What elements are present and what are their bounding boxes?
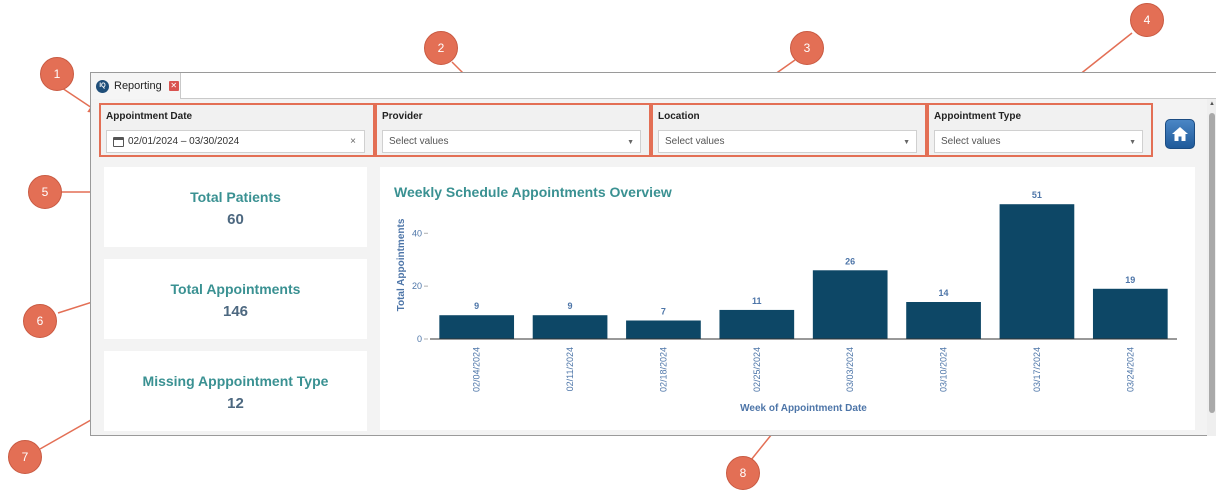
chevron-down-icon: ▼: [903, 139, 910, 146]
kpi-value: 12: [227, 395, 244, 412]
bar-chart: Weekly Schedule Appointments Overview 0 20…: [394, 184, 1177, 414]
home-icon: [1172, 127, 1188, 141]
kpi-total-patients: Total Patients 60: [104, 167, 367, 247]
bar-data-label: 14: [939, 288, 949, 298]
x-tick-label: 02/18/2024: [658, 347, 668, 392]
provider-select[interactable]: Select values ▼: [382, 130, 641, 153]
kpi-missing-appointment-type: Missing Apppointment Type 12: [104, 351, 367, 431]
location-select[interactable]: Select values ▼: [658, 130, 917, 153]
callout-5: 5: [28, 175, 62, 209]
home-button[interactable]: [1165, 119, 1195, 149]
filter-location: Location Select values ▼: [651, 103, 927, 157]
tab-label: Reporting: [114, 80, 162, 92]
bar-data-label: 7: [661, 307, 666, 317]
x-tick-label: 02/25/2024: [752, 347, 762, 392]
clear-icon[interactable]: ×: [350, 136, 356, 147]
x-tick-label: 03/17/2024: [1032, 347, 1042, 392]
y-axis-label: Total Appointments: [396, 218, 407, 311]
filter-label: Location: [658, 111, 700, 122]
appointment-type-select[interactable]: Select values ▼: [934, 130, 1143, 153]
app-logo-icon: IQ: [96, 79, 109, 93]
kpi-title: Missing Apppointment Type: [142, 373, 329, 389]
select-placeholder: Select values: [665, 136, 725, 147]
callout-6: 6: [23, 304, 57, 338]
y-tick-label: 0: [417, 334, 422, 344]
bar: [719, 309, 795, 339]
bar: [999, 204, 1075, 339]
y-tick-label: 20: [412, 281, 422, 291]
filter-label: Provider: [382, 111, 423, 122]
select-placeholder: Select values: [941, 136, 1001, 147]
bar: [532, 315, 608, 339]
bar: [812, 270, 888, 339]
callout-4: 4: [1130, 3, 1164, 37]
x-tick-label: 03/10/2024: [939, 347, 949, 392]
bar: [1092, 288, 1168, 339]
bar-data-label: 11: [752, 296, 762, 306]
bar-data-label: 19: [1125, 275, 1135, 285]
date-range-value: 02/01/2024 – 03/30/2024: [128, 136, 240, 147]
filter-label: Appointment Type: [934, 111, 1022, 122]
vertical-scrollbar[interactable]: ▲: [1207, 99, 1216, 436]
weekly-appointments-chart-panel: Weekly Schedule Appointments Overview 0 20…: [380, 167, 1195, 430]
filter-label: Appointment Date: [106, 111, 193, 122]
bar-data-label: 26: [845, 256, 855, 266]
calendar-icon: [113, 136, 124, 147]
kpi-title: Total Patients: [190, 189, 281, 205]
scrollbar-thumb[interactable]: [1209, 113, 1215, 413]
callout-1: 1: [40, 57, 74, 91]
chevron-down-icon: ▼: [627, 139, 634, 146]
close-icon[interactable]: ✕: [168, 81, 179, 91]
callout-7: 7: [8, 440, 42, 474]
bar-data-label: 9: [568, 301, 573, 311]
tab-reporting[interactable]: IQ Reporting ✕: [91, 73, 181, 99]
select-placeholder: Select values: [389, 136, 449, 147]
x-tick-label: 03/24/2024: [1125, 347, 1135, 392]
x-axis-label: Week of Appointment Date: [740, 403, 867, 414]
x-tick-label: 03/03/2024: [845, 347, 855, 392]
chart-title: Weekly Schedule Appointments Overview: [394, 184, 672, 200]
x-tick-label: 02/11/2024: [565, 347, 575, 391]
callout-2: 2: [424, 31, 458, 65]
bar-data-label: 51: [1032, 190, 1042, 200]
bar: [439, 315, 515, 339]
bar-data-label: 9: [474, 301, 479, 311]
chevron-down-icon: ▼: [1129, 139, 1136, 146]
x-tick-label: 02/04/2024: [472, 347, 482, 392]
filter-provider: Provider Select values ▼: [375, 103, 651, 157]
tab-bar: IQ Reporting ✕: [91, 73, 1216, 99]
filter-appointment-date: Appointment Date 02/01/2024 – 03/30/2024…: [99, 103, 375, 157]
callout-3: 3: [790, 31, 824, 65]
reporting-window: IQ Reporting ✕ Appointment Date 02/01/20…: [90, 72, 1216, 436]
bar: [626, 320, 701, 339]
kpi-title: Total Appointments: [170, 281, 301, 297]
y-tick-label: 40: [412, 228, 422, 238]
kpi-total-appointments: Total Appointments 146: [104, 259, 367, 339]
bar: [906, 302, 981, 339]
kpi-value: 146: [222, 303, 249, 320]
scroll-up-icon[interactable]: ▲: [1209, 101, 1215, 107]
callout-8: 8: [726, 456, 760, 490]
filter-appointment-type: Appointment Type Select values ▼: [927, 103, 1153, 157]
date-range-input[interactable]: 02/01/2024 – 03/30/2024 ×: [106, 130, 365, 153]
kpi-value: 60: [227, 211, 244, 228]
